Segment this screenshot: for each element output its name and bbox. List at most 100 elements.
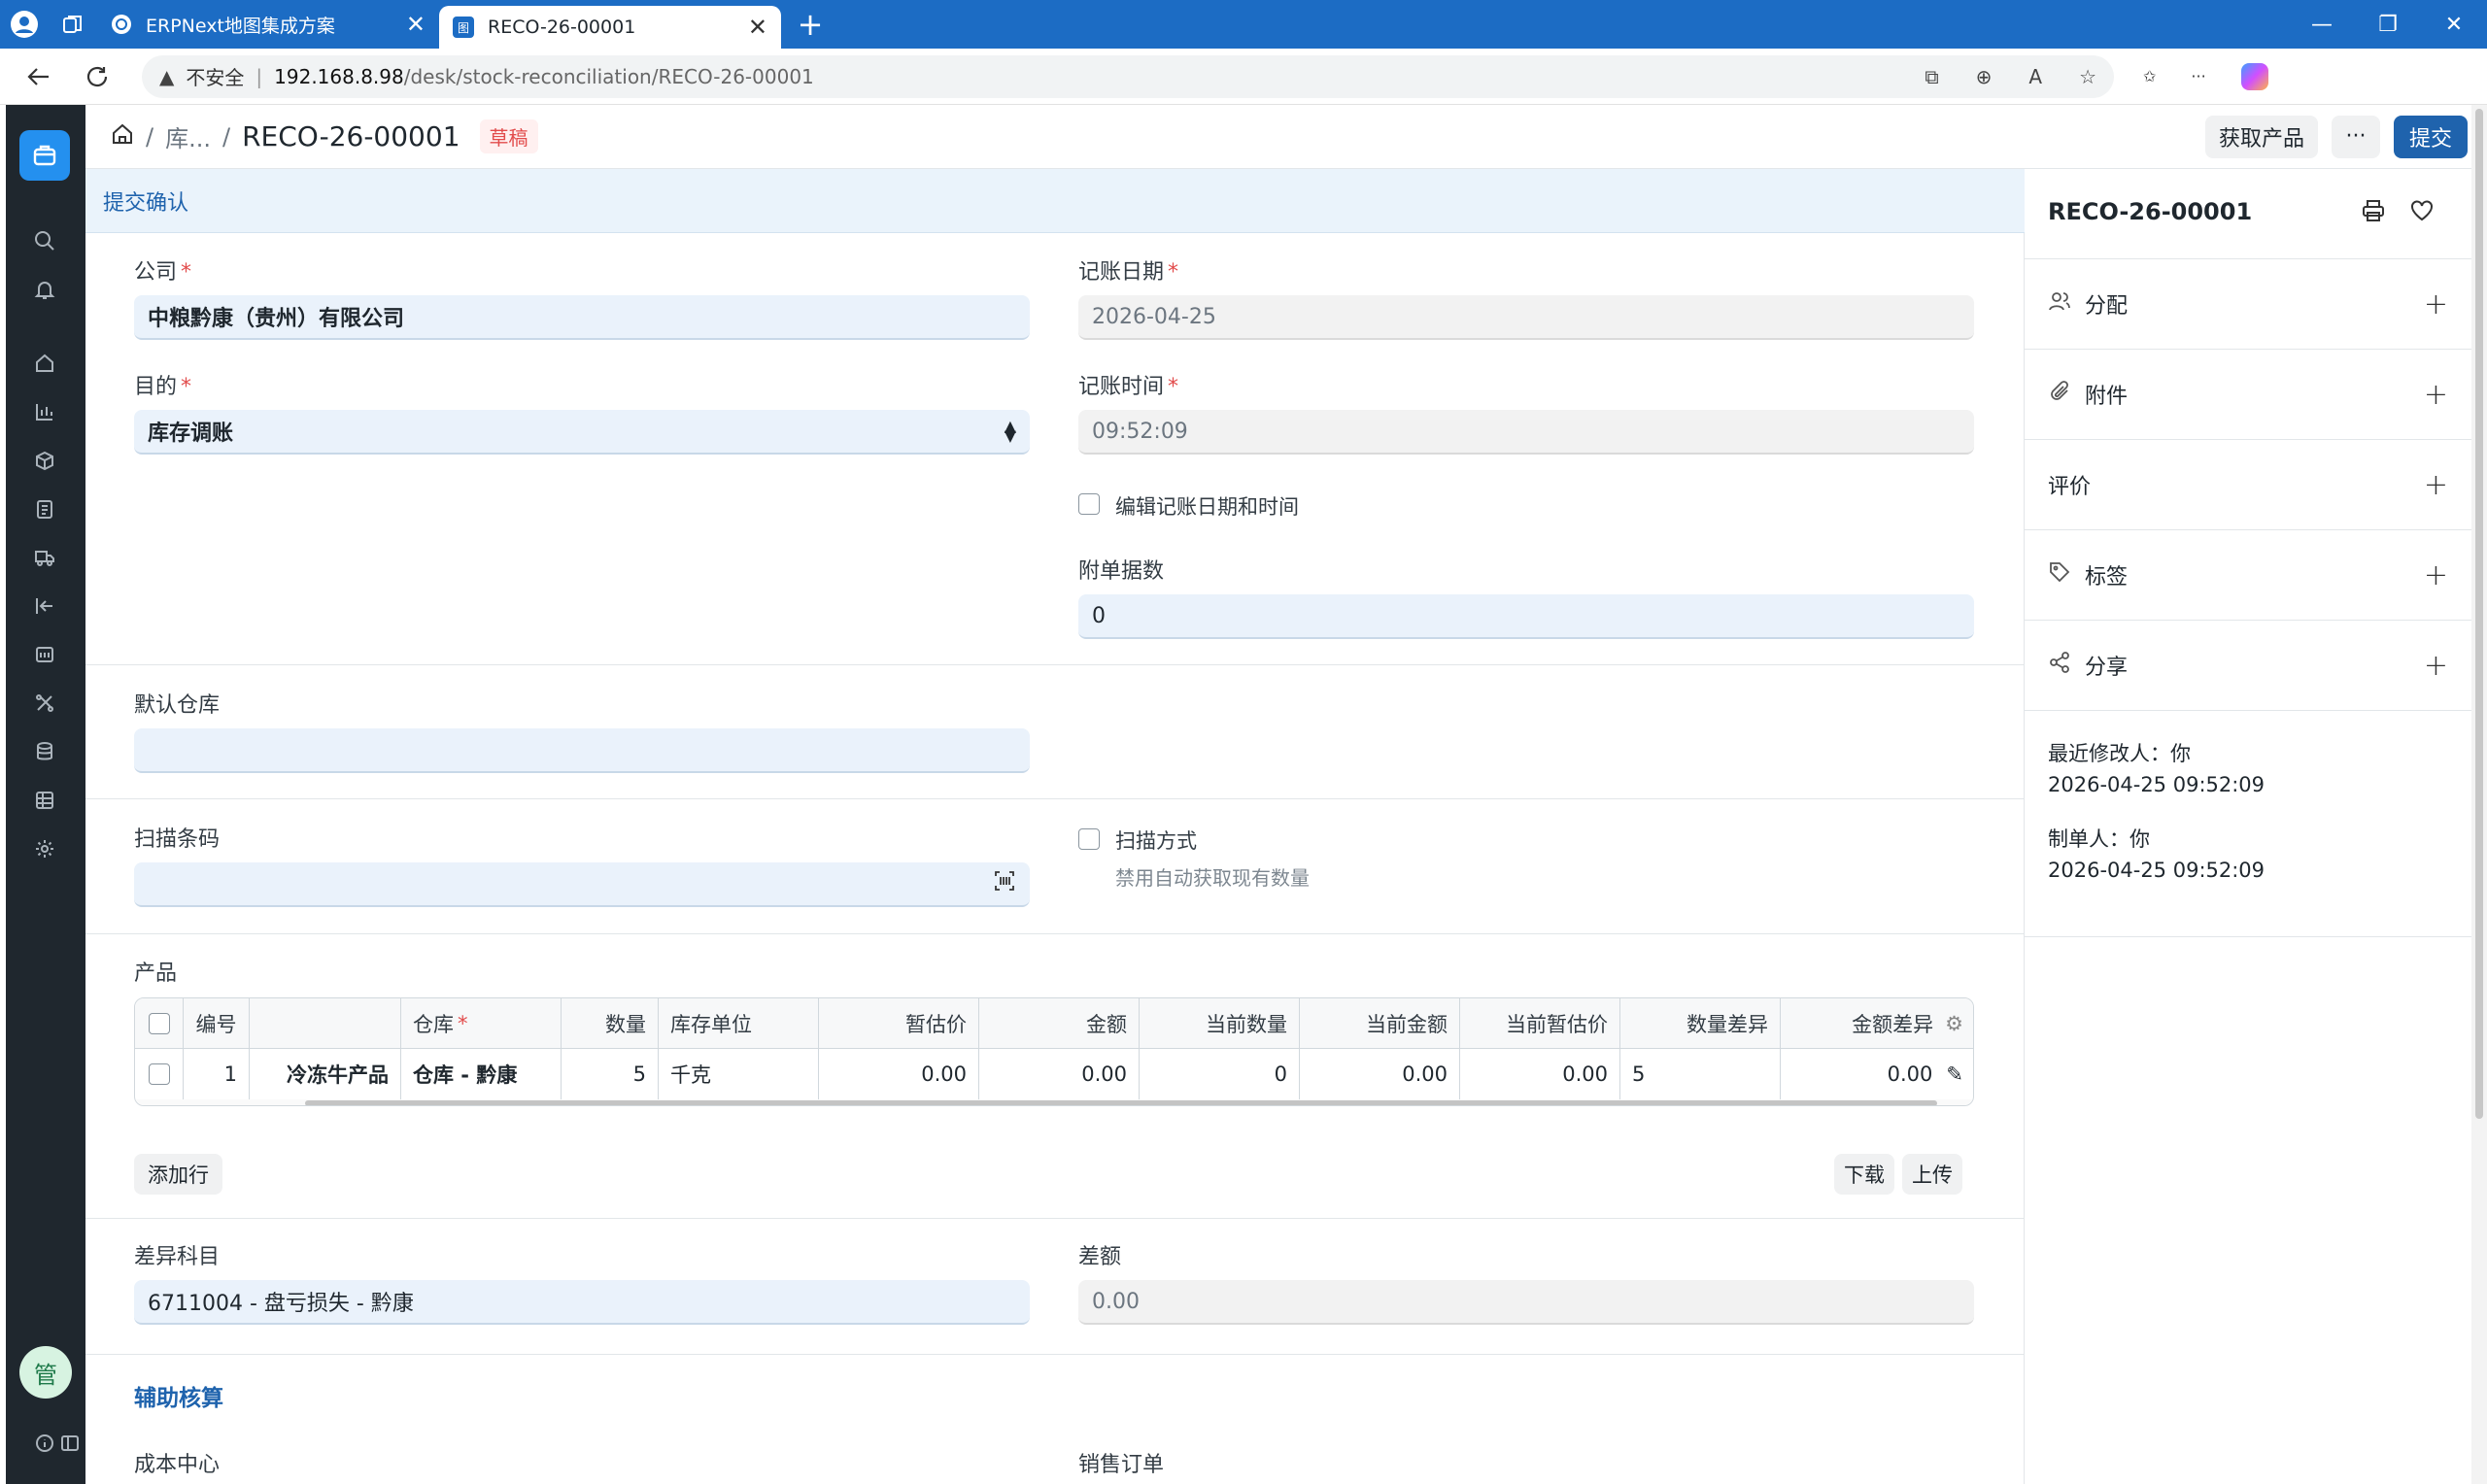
profile-icon[interactable] (0, 0, 49, 49)
plus-icon[interactable]: + (2424, 378, 2448, 412)
plus-icon[interactable]: + (2424, 287, 2448, 321)
page-title: RECO-26-00001 (242, 120, 460, 152)
search-icon[interactable] (31, 227, 58, 254)
table-icon[interactable] (31, 787, 58, 814)
purpose-select[interactable]: 库存调账 ▲ ▼ (134, 410, 1030, 455)
users-icon (2048, 289, 2071, 319)
document-icon[interactable] (31, 495, 58, 523)
bank-icon[interactable] (31, 641, 58, 668)
close-tab-icon[interactable]: ✕ (748, 16, 767, 39)
uom-cell: 千克 (659, 1049, 819, 1099)
upload-button[interactable]: 上传 (1902, 1154, 1962, 1195)
submit-confirm-alert[interactable]: 提交确认 (85, 169, 2025, 233)
zoom-icon[interactable]: ⊕ (1976, 65, 1993, 88)
info-icon[interactable] (31, 1430, 58, 1457)
table-row[interactable]: 1 冷冻牛产品 仓库 - 黔康 5 千克 0.00 0.00 0 0.00 0.… (135, 1049, 1973, 1099)
home-icon[interactable] (111, 122, 134, 152)
page-scrollbar[interactable] (2471, 105, 2487, 1484)
truck-icon[interactable] (31, 544, 58, 571)
add-row-button[interactable]: 添加行 (134, 1154, 222, 1195)
row-checkbox[interactable] (135, 1049, 184, 1099)
tools-icon[interactable] (31, 690, 58, 717)
restore-icon[interactable]: ❐ (2355, 0, 2421, 49)
posting-date-label: 记账日期 * (1078, 260, 1179, 285)
plus-icon[interactable]: + (2424, 468, 2448, 502)
modified-info: 最近修改人：你 2026-04-25 09:52:09 (2048, 742, 2266, 796)
more-browser-icon[interactable]: ··· (2191, 67, 2205, 85)
page-header: / 库... / RECO-26-00001 草稿 获取产品 ··· 提交 (85, 105, 2485, 169)
minimize-icon[interactable]: — (2289, 0, 2355, 49)
refresh-icon[interactable] (68, 49, 126, 105)
heart-icon[interactable] (2409, 198, 2435, 227)
posting-date-field[interactable]: 2026-04-25 (1078, 295, 1974, 340)
download-button[interactable]: 下载 (1834, 1154, 1894, 1195)
scan-barcode-label: 扫描条码 (134, 827, 221, 852)
sidebar-item-review[interactable]: 评价 + (2025, 440, 2471, 530)
gear-icon[interactable]: ⚙ (1945, 1012, 1963, 1035)
database-icon[interactable] (31, 738, 58, 765)
company-field[interactable]: 中粮黔康（贵州）有限公司 (134, 295, 1030, 340)
favorite-star-icon[interactable]: ☆ (2079, 65, 2096, 88)
app-logo-icon[interactable] (19, 130, 70, 181)
scan-barcode-field[interactable] (134, 862, 1030, 907)
qty-cell[interactable]: 5 (562, 1049, 659, 1099)
more-actions-button[interactable]: ··· (2331, 115, 2380, 158)
bell-icon[interactable] (31, 276, 58, 303)
select-all-checkbox[interactable] (135, 998, 184, 1048)
qty-difference-cell: 5 (1620, 1049, 1781, 1099)
default-warehouse-field[interactable] (134, 728, 1030, 773)
settings-icon[interactable] (31, 835, 58, 862)
avatar[interactable]: 管 (19, 1346, 72, 1399)
posting-time-label: 记账时间 * (1078, 375, 1179, 399)
tab-erpnext-map[interactable]: ERPNext地图集成方案 ✕ (97, 0, 439, 49)
warehouse-cell[interactable]: 仓库 - 黔康 (401, 1049, 562, 1099)
cost-center-label: 成本中心 (134, 1453, 221, 1477)
url-field[interactable]: ▲ 不安全 | 192.168.8.98/desk/stock-reconcil… (142, 54, 2114, 98)
close-tab-icon[interactable]: ✕ (406, 13, 426, 36)
tab-reco[interactable]: 图 RECO-26-00001 ✕ (439, 6, 781, 49)
chart-icon[interactable] (31, 398, 58, 425)
box-icon[interactable] (31, 447, 58, 474)
barcode-icon[interactable] (993, 869, 1016, 898)
url-host: 192.168.8.98 (274, 64, 404, 88)
new-tab-button[interactable]: + (781, 0, 839, 49)
read-aloud-icon[interactable]: A (2028, 65, 2042, 88)
sidebar-item-share[interactable]: 分享 + (2025, 621, 2471, 711)
column-header: 当前数量 (1140, 998, 1300, 1048)
copilot-icon[interactable] (2240, 62, 2268, 90)
accounting-dimensions-title[interactable]: 辅助核算 (134, 1379, 223, 1412)
close-window-icon[interactable]: ✕ (2421, 0, 2487, 49)
attachments-count-field[interactable]: 0 (1078, 594, 1974, 639)
column-header: 金额差异 ⚙ (1852, 1011, 1963, 1036)
difference-account-field[interactable]: 6711004 - 盘亏损失 - 黔康 (134, 1280, 1030, 1325)
scan-mode-label: 扫描方式 (1115, 829, 1197, 853)
item-code-cell[interactable]: 冷冻牛产品 (250, 1049, 401, 1099)
sidebar-item-tags[interactable]: 标签 + (2025, 530, 2471, 621)
workspaces-icon[interactable] (49, 0, 97, 49)
collapse-icon[interactable] (31, 592, 58, 620)
scan-mode-checkbox[interactable] (1078, 828, 1100, 850)
row-index: 1 (184, 1049, 250, 1099)
security-label: 不安全 (186, 66, 245, 89)
select-arrows-icon: ▲ ▼ (1004, 417, 1016, 445)
home-icon[interactable] (31, 350, 58, 377)
valuation-rate-cell[interactable]: 0.00 (819, 1049, 979, 1099)
edit-posting-checkbox[interactable] (1078, 493, 1100, 515)
edit-row-icon[interactable]: ✎ (1946, 1062, 1963, 1086)
open-app-icon[interactable]: ⧉ (1925, 65, 1938, 88)
print-icon[interactable] (2361, 198, 2386, 227)
plus-icon[interactable]: + (2424, 649, 2448, 683)
sidebar-toggle-icon[interactable] (56, 1430, 84, 1457)
sidebar-item-assign[interactable]: 分配 + (2025, 259, 2471, 350)
sales-order-label: 销售订单 (1078, 1453, 1165, 1477)
favorites-icon[interactable]: ✩ (2143, 67, 2156, 85)
get-items-button[interactable]: 获取产品 (2204, 115, 2318, 158)
tab-title: ERPNext地图集成方案 (146, 15, 335, 37)
submit-button[interactable]: 提交 (2393, 115, 2468, 158)
table-scrollbar[interactable] (135, 1099, 1973, 1105)
back-icon[interactable] (10, 49, 68, 105)
breadcrumb-parent[interactable]: 库... (165, 119, 211, 153)
sidebar-item-attachments[interactable]: 附件 + (2025, 350, 2471, 440)
posting-time-field[interactable]: 09:52:09 (1078, 410, 1974, 455)
plus-icon[interactable]: + (2424, 558, 2448, 592)
